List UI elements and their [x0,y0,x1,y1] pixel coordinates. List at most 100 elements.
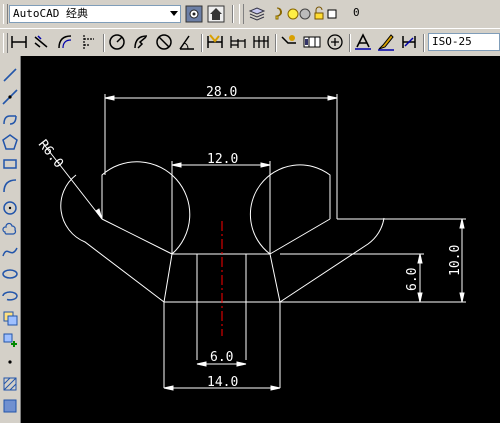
layer-dropdown[interactable]: 0 [271,5,500,23]
linear-dimension-button[interactable] [9,32,29,52]
layer-state-icons [275,6,337,20]
radius-icon [109,34,125,50]
gradient-button[interactable] [1,397,19,415]
dimension-6-vertical[interactable] [280,253,424,303]
baseline-dimension-button[interactable] [228,32,248,52]
angular-dimension-button[interactable] [177,32,197,52]
quick-dimension-button[interactable] [205,32,225,52]
toolbar-separator [201,34,203,52]
dim-10-vertical-text: 10.0 [448,245,463,276]
drawing-area[interactable]: 28.0 12.0 R6.0 6.0 10.0 6.0 14.0 [21,56,500,423]
baseline-icon [230,36,246,48]
toolbar-separator [103,34,105,52]
revision-cloud-button[interactable] [1,221,19,239]
make-block-icon [3,333,17,347]
line-button[interactable] [1,66,19,84]
toolbar-grip[interactable] [3,33,8,53]
dimension-toolbar: ISO-25 [0,28,500,57]
tolerance-icon [303,36,321,48]
spline-icon [2,247,18,257]
ellipse-arc-button[interactable] [1,287,19,305]
toolbar-separator [232,5,234,23]
ellipse-button[interactable] [1,265,19,283]
dim-text-edit-icon [378,34,394,51]
insert-block-button[interactable] [1,309,19,327]
draw-toolbar [0,56,21,423]
arc-button[interactable] [1,177,19,195]
ellipse-arc-icon [2,291,18,301]
point-icon [8,360,12,364]
toolbar-separator [423,34,425,52]
gradient-icon [3,399,17,413]
dim-6-horizontal-text: 6.0 [210,350,233,365]
center-mark-button[interactable] [325,32,345,52]
polygon-icon [2,134,18,150]
dim-28-text: 28.0 [206,85,237,100]
workspace-dropdown[interactable]: AutoCAD 经典 [9,5,181,23]
workspace-value: AutoCAD 经典 [13,7,88,20]
continue-dimension-button[interactable] [251,32,271,52]
dimension-edit-button[interactable] [353,32,373,52]
dimension-text-edit-button[interactable] [376,32,396,52]
diameter-dimension-button[interactable] [154,32,174,52]
dimstyle-value: ISO-25 [432,35,472,48]
workspace-toolbar: AutoCAD 经典 0 [0,0,500,29]
radius-dimension-button[interactable] [107,32,127,52]
center-mark-icon [327,34,343,50]
aligned-dim-icon [34,35,48,48]
polyline-icon [3,115,17,125]
left-wing-lower-curve [60,174,165,303]
rectangle-button[interactable] [1,155,19,173]
ordinate-dimension-button[interactable] [79,32,99,52]
gear-icon [185,5,203,23]
drawing-canvas[interactable]: 28.0 12.0 R6.0 6.0 10.0 6.0 14.0 [21,56,500,423]
polygon-button[interactable] [1,133,19,151]
right-wing-outline [249,164,331,255]
dim-14-text: 14.0 [207,375,238,390]
angle-icon [179,35,194,50]
dimension-update-button[interactable] [399,32,419,52]
polyline-button[interactable] [1,111,19,129]
spline-button[interactable] [1,243,19,261]
home-icon [207,5,225,23]
jogged-dimension-button[interactable] [131,32,151,52]
hatch-button[interactable] [1,375,19,393]
line-icon [3,68,17,82]
hatch-icon [3,377,17,391]
construction-line-button[interactable] [1,88,19,106]
dim-edit-icon [355,33,371,50]
ellipse-icon [2,269,18,279]
toolbar-grip[interactable] [239,4,244,24]
leader-icon [281,35,296,44]
continue-icon [253,36,269,48]
dimension-12[interactable] [171,161,271,254]
cloud-icon [2,222,17,235]
layer-value: 0 [353,6,360,19]
dim-12-text: 12.0 [207,152,238,167]
dim-6-vertical-text: 6.0 [405,268,420,291]
make-block-button[interactable] [1,331,19,349]
insert-block-icon [3,311,18,326]
workspace-settings-button[interactable] [184,4,204,24]
aligned-dimension-button[interactable] [31,32,51,52]
tolerance-button[interactable] [302,32,322,52]
dimension-10-vertical[interactable] [337,218,466,303]
layers-icon [248,7,266,21]
layer-manager-button[interactable] [247,4,267,24]
arc-icon [3,179,17,193]
toolbar-separator [349,34,351,52]
dim-update-icon [402,36,416,48]
arc-length-icon [58,35,72,49]
arc-length-button[interactable] [55,32,75,52]
right-wing-lower-curve [279,217,385,303]
ordinate-dim-icon [83,35,94,49]
diameter-icon [156,34,172,50]
quick-leader-button[interactable] [279,32,299,52]
rectangle-icon [3,159,17,169]
save-workspace-button[interactable] [206,4,226,24]
left-wing-outline [101,161,191,255]
point-button[interactable] [1,353,19,371]
circle-button[interactable] [1,199,19,217]
dimension-style-dropdown[interactable]: ISO-25 [428,33,500,51]
toolbar-grip[interactable] [3,4,8,24]
